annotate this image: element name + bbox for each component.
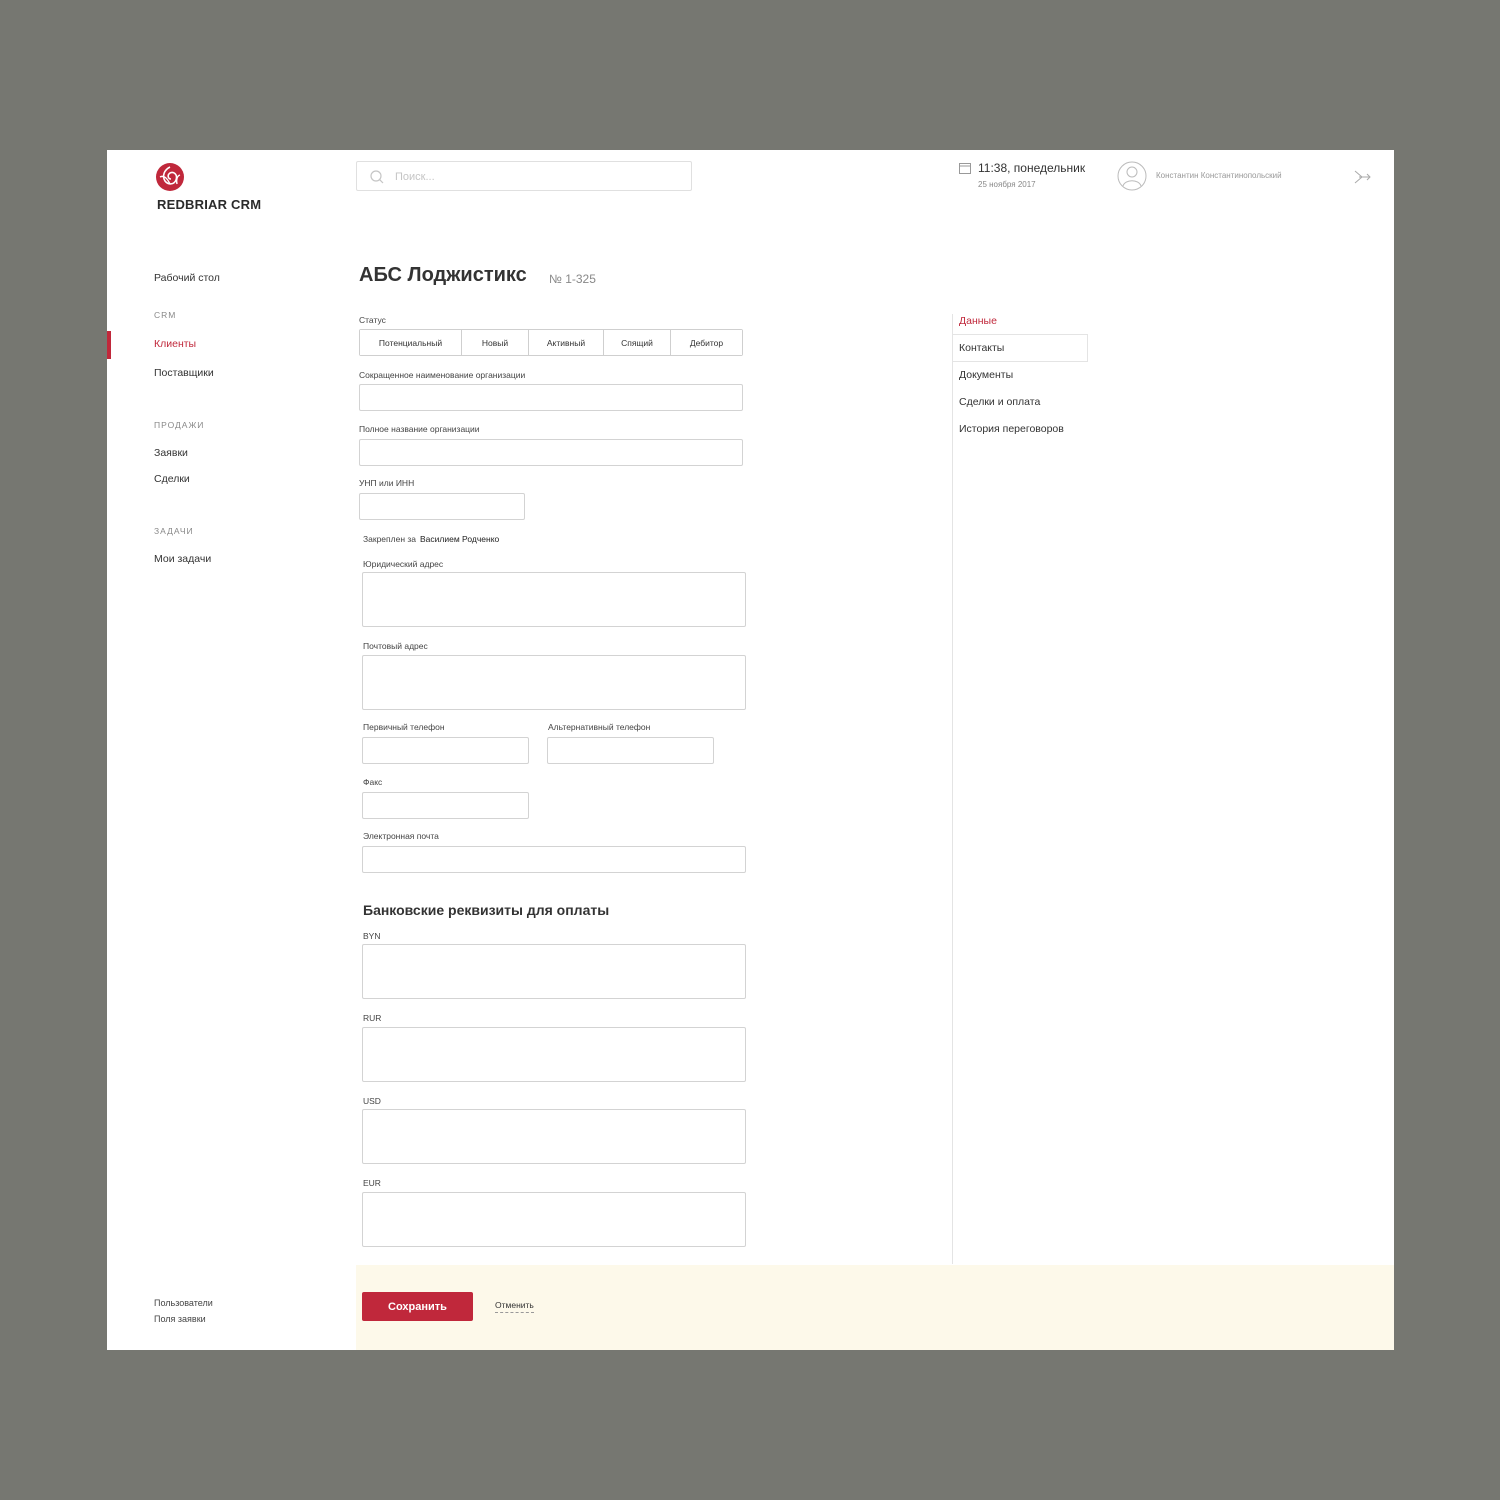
- current-date: 25 ноября 2017: [978, 180, 1036, 189]
- sidebar-section-sales: ПРОДАЖИ: [154, 420, 205, 430]
- short-name-input[interactable]: [360, 385, 742, 410]
- alt-phone-input[interactable]: [548, 738, 713, 763]
- postal-address-field[interactable]: [362, 655, 746, 710]
- postal-address-input[interactable]: [363, 656, 745, 709]
- eur-label: EUR: [363, 1178, 381, 1188]
- rose-logo-icon: [156, 163, 184, 191]
- sidebar-section-crm: CRM: [154, 310, 177, 320]
- primary-phone-label: Первичный телефон: [363, 722, 445, 732]
- full-name-field[interactable]: [359, 439, 743, 466]
- tab-contacts[interactable]: Контакты: [959, 342, 1004, 354]
- assigned-manager[interactable]: Василием Родченко: [420, 534, 499, 544]
- status-option-potential[interactable]: Потенциальный: [360, 330, 462, 355]
- alt-phone-field[interactable]: [547, 737, 714, 764]
- full-name-input[interactable]: [360, 440, 742, 465]
- sidebar-section-tasks: ЗАДАЧИ: [154, 526, 194, 536]
- rur-details-input[interactable]: [363, 1028, 745, 1081]
- full-name-label: Полное название организации: [359, 424, 480, 434]
- save-button[interactable]: Сохранить: [362, 1292, 473, 1321]
- alt-phone-label: Альтернативный телефон: [548, 722, 651, 732]
- tax-id-field[interactable]: [359, 493, 525, 520]
- page-title: АБС Лоджистикс: [359, 264, 527, 286]
- tab-data[interactable]: Данные: [959, 315, 997, 327]
- byn-label: BYN: [363, 931, 381, 941]
- search-box[interactable]: [356, 161, 692, 192]
- current-time: 11:38, понедельник: [978, 161, 1086, 175]
- user-avatar-icon[interactable]: [1117, 161, 1147, 191]
- fax-field[interactable]: [362, 792, 529, 819]
- short-name-label: Сокращенное наименование организации: [359, 370, 526, 380]
- active-indicator: [107, 331, 111, 359]
- legal-address-field[interactable]: [362, 572, 746, 627]
- sidebar-item-requests[interactable]: Заявки: [154, 447, 188, 459]
- assigned-to: Закреплен за Василием Родченко: [363, 534, 499, 544]
- tab-documents[interactable]: Документы: [959, 369, 1013, 381]
- sidebar-item-my-tasks[interactable]: Мои задачи: [154, 553, 211, 565]
- rur-details-field[interactable]: [362, 1027, 746, 1082]
- user-name[interactable]: Константин Константинопольский: [1156, 171, 1282, 180]
- primary-phone-input[interactable]: [363, 738, 528, 763]
- record-number: № 1-325: [549, 272, 596, 286]
- tab-deals-payment[interactable]: Сделки и оплата: [959, 396, 1040, 408]
- postal-address-label: Почтовый адрес: [363, 641, 428, 651]
- legal-address-input[interactable]: [363, 573, 745, 626]
- search-input[interactable]: [393, 162, 687, 192]
- tax-id-label: УНП или ИНН: [359, 478, 415, 488]
- status-selector[interactable]: Потенциальный Новый Активный Спящий Деби…: [359, 329, 743, 356]
- usd-label: USD: [363, 1096, 381, 1106]
- status-option-new[interactable]: Новый: [462, 330, 529, 355]
- status-option-sleeping[interactable]: Спящий: [604, 330, 671, 355]
- sidebar-item-dashboard[interactable]: Рабочий стол: [154, 272, 220, 284]
- eur-details-input[interactable]: [363, 1193, 745, 1246]
- cancel-button[interactable]: Отменить: [495, 1300, 534, 1313]
- short-name-field[interactable]: [359, 384, 743, 411]
- sidebar-item-suppliers[interactable]: Поставщики: [154, 367, 214, 379]
- calendar-icon: [959, 163, 971, 174]
- tab-negotiation-history[interactable]: История переговоров: [959, 423, 1064, 435]
- usd-details-field[interactable]: [362, 1109, 746, 1164]
- byn-details-field[interactable]: [362, 944, 746, 999]
- sidebar-item-clients[interactable]: Клиенты: [154, 338, 196, 350]
- app-name: REDBRIAR CRM: [157, 197, 262, 212]
- primary-phone-field[interactable]: [362, 737, 529, 764]
- sidebar-item-request-fields[interactable]: Поля заявки: [154, 1314, 206, 1324]
- assigned-label: Закреплен за: [363, 534, 417, 544]
- bank-section-title: Банковские реквизиты для оплаты: [363, 902, 610, 918]
- search-icon: [370, 170, 384, 184]
- app-window: REDBRIAR CRM 11:38, понедельник 25 ноябр…: [107, 150, 1394, 1350]
- sidebar-item-users[interactable]: Пользователи: [154, 1298, 213, 1308]
- eur-details-field[interactable]: [362, 1192, 746, 1247]
- legal-address-label: Юридический адрес: [363, 559, 444, 569]
- logout-icon[interactable]: [1353, 168, 1371, 186]
- byn-details-input[interactable]: [363, 945, 745, 998]
- email-field[interactable]: [362, 846, 746, 873]
- rur-label: RUR: [363, 1013, 382, 1023]
- sidebar-item-deals[interactable]: Сделки: [154, 473, 190, 485]
- status-option-active[interactable]: Активный: [529, 330, 604, 355]
- fax-input[interactable]: [363, 793, 528, 818]
- tax-id-input[interactable]: [360, 494, 524, 519]
- status-label: Статус: [359, 315, 386, 325]
- email-label: Электронная почта: [363, 831, 439, 841]
- fax-label: Факс: [363, 777, 383, 787]
- email-input[interactable]: [363, 847, 745, 872]
- usd-details-input[interactable]: [363, 1110, 745, 1163]
- tabs-divider: [952, 314, 953, 1264]
- status-option-debtor[interactable]: Дебитор: [671, 330, 742, 355]
